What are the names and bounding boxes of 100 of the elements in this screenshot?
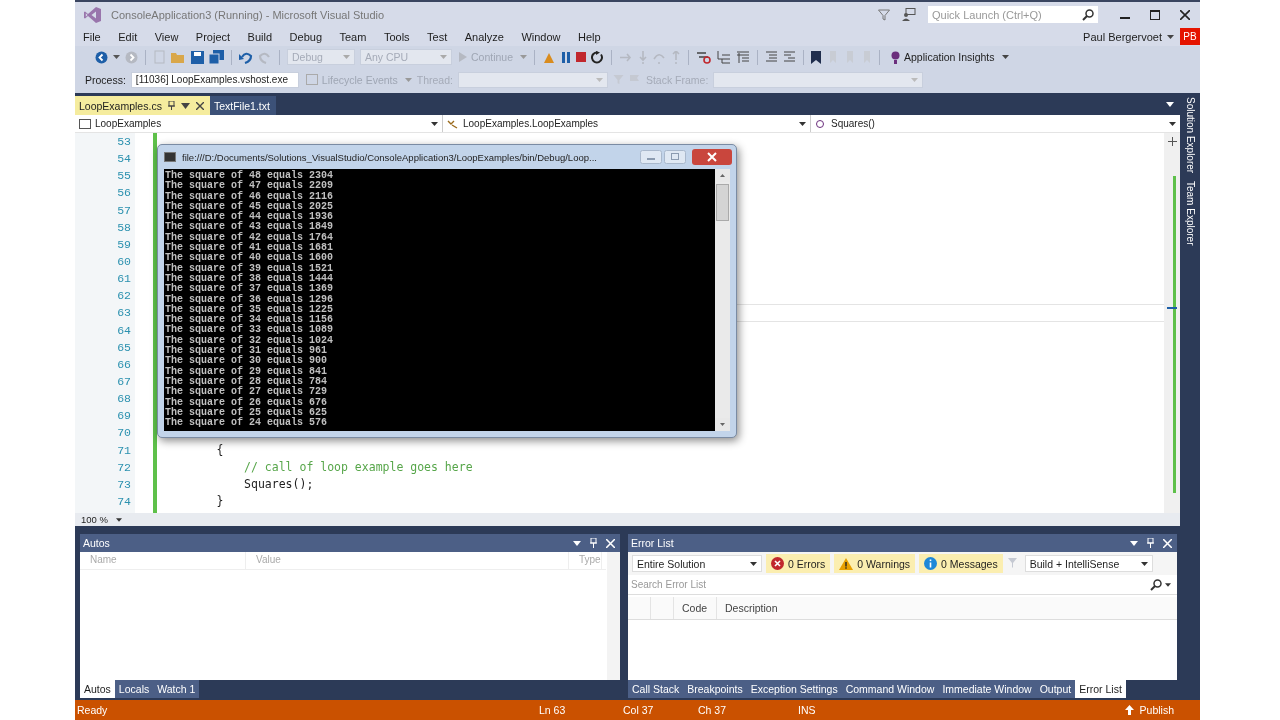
column-header[interactable]: Description bbox=[717, 602, 778, 614]
save-icon[interactable] bbox=[191, 50, 204, 64]
caret-icon[interactable] bbox=[1166, 102, 1174, 107]
code-line: } bbox=[215, 493, 224, 508]
menu-item[interactable]: Window bbox=[521, 30, 561, 43]
align-icon[interactable] bbox=[717, 50, 732, 64]
menu-item[interactable]: Help bbox=[578, 30, 601, 43]
menu-item[interactable]: View bbox=[154, 30, 179, 43]
navigation-dropdown[interactable]: LoopExamples.LoopExamples bbox=[443, 115, 811, 132]
menu-item[interactable]: Edit bbox=[118, 30, 138, 43]
close-icon[interactable] bbox=[1180, 9, 1190, 20]
save-all-icon[interactable] bbox=[209, 50, 224, 64]
menu-item[interactable]: Team bbox=[339, 30, 367, 43]
navigation-text: Squares() bbox=[831, 118, 875, 129]
menu-item[interactable]: File bbox=[83, 30, 101, 43]
panel-tab[interactable]: Breakpoints bbox=[683, 680, 747, 698]
menu-item[interactable]: Analyze bbox=[464, 30, 504, 43]
pin-icon[interactable] bbox=[590, 538, 597, 548]
maximize-icon[interactable] bbox=[1150, 9, 1160, 20]
undo-icon[interactable] bbox=[239, 50, 253, 64]
panel-tab[interactable]: Error List bbox=[1075, 680, 1126, 698]
console-output-line: The square of 35 equals 1225 bbox=[165, 304, 335, 315]
scrollbar-thumb[interactable] bbox=[716, 184, 729, 221]
console-output-line: The square of 29 equals 841 bbox=[165, 366, 329, 377]
panel-tab[interactable]: Call Stack bbox=[628, 680, 684, 698]
document-tab[interactable]: TextFile1.txt bbox=[209, 96, 276, 115]
back-icon[interactable] bbox=[95, 50, 108, 64]
application-insights-button[interactable]: Application Insights bbox=[889, 50, 997, 64]
char-indicator: Ch 37 bbox=[698, 704, 728, 716]
line-number: 61 bbox=[116, 271, 132, 288]
pin-icon[interactable] bbox=[167, 101, 175, 110]
side-tab[interactable]: Solution Explorer bbox=[1184, 97, 1196, 174]
caret-icon bbox=[115, 517, 122, 522]
bookmark-icon[interactable] bbox=[811, 50, 822, 64]
caret-icon[interactable] bbox=[1165, 582, 1171, 587]
line-number: 60 bbox=[116, 254, 132, 270]
warning-filter-button[interactable]: 0 Warnings bbox=[834, 554, 916, 573]
user-avatar[interactable]: PB bbox=[1180, 28, 1200, 45]
pin-icon[interactable] bbox=[1147, 538, 1154, 548]
close-icon[interactable] bbox=[195, 101, 204, 110]
restart-icon[interactable] bbox=[591, 50, 605, 64]
zoom-dropdown[interactable]: 100 % bbox=[75, 514, 122, 525]
caret-icon[interactable] bbox=[573, 540, 581, 546]
scrollbar[interactable] bbox=[607, 552, 620, 680]
message-filter-button[interactable]: 0 Messages bbox=[919, 554, 1003, 573]
navigation-dropdown[interactable]: Squares() bbox=[811, 115, 1180, 132]
line-number: 53 bbox=[116, 134, 132, 150]
breakpoint-icon[interactable] bbox=[696, 50, 713, 64]
caret-icon[interactable] bbox=[1167, 34, 1174, 39]
filter-icon[interactable] bbox=[878, 8, 890, 21]
caret-icon[interactable] bbox=[1130, 540, 1138, 546]
caret-icon[interactable] bbox=[180, 102, 190, 109]
list-icon[interactable] bbox=[736, 50, 751, 64]
publish-button[interactable]: Publish bbox=[1118, 703, 1180, 717]
user-name[interactable]: Paul Bergervoet bbox=[1083, 30, 1162, 43]
indent-icon[interactable] bbox=[765, 51, 779, 63]
console-output-line: The square of 39 equals 1521 bbox=[165, 263, 335, 274]
source-dropdown[interactable]: Build + IntelliSense bbox=[1024, 555, 1153, 572]
document-tab[interactable]: LoopExamples.cs bbox=[75, 96, 210, 115]
navigation-dropdown[interactable]: LoopExamples bbox=[75, 115, 443, 132]
column-header[interactable]: Code bbox=[674, 597, 717, 619]
panel-tab[interactable]: Command Window bbox=[841, 680, 939, 698]
panel-tab[interactable]: Immediate Window bbox=[938, 680, 1036, 698]
process-dropdown[interactable]: [11036] LoopExamples.vshost.exe bbox=[130, 71, 299, 88]
events-icon bbox=[305, 74, 318, 85]
menu-item[interactable]: Test bbox=[427, 30, 448, 43]
open-folder-icon[interactable] bbox=[171, 50, 186, 64]
process-label: Process: bbox=[85, 73, 126, 86]
column-indicator: Col 37 bbox=[623, 704, 655, 716]
search-field[interactable]: Search Error List bbox=[631, 579, 1147, 590]
menu-item[interactable]: Build bbox=[247, 30, 273, 43]
restore-icon[interactable] bbox=[664, 150, 686, 164]
search-icon bbox=[1082, 8, 1094, 21]
panel-tab[interactable]: Output bbox=[1035, 680, 1076, 698]
quick-launch-field[interactable]: Quick Launch (Ctrl+Q) bbox=[928, 6, 1098, 23]
line-number: 72 bbox=[116, 459, 132, 476]
menu-item[interactable]: Tools bbox=[383, 30, 410, 43]
panel-tab[interactable]: Watch 1 bbox=[153, 680, 200, 698]
navigation-text: LoopExamples.LoopExamples bbox=[463, 118, 599, 129]
line-number: 63 bbox=[116, 305, 132, 322]
outdent-icon[interactable] bbox=[783, 51, 797, 63]
caret-icon[interactable] bbox=[1001, 55, 1009, 59]
panel-tab[interactable]: Autos bbox=[80, 680, 115, 698]
error-filter-button[interactable]: 0 Errors bbox=[766, 554, 831, 573]
play-icon bbox=[459, 52, 467, 62]
stop-icon[interactable] bbox=[576, 52, 587, 62]
panel-title: Autos bbox=[83, 537, 110, 549]
upload-icon bbox=[1124, 705, 1134, 715]
scope-dropdown[interactable]: Entire Solution bbox=[632, 555, 762, 572]
line-number: 62 bbox=[116, 288, 132, 305]
line-number: 54 bbox=[116, 151, 132, 168]
feedback-icon[interactable] bbox=[902, 8, 916, 21]
forward-icon[interactable] bbox=[125, 50, 138, 64]
menu-item[interactable]: Project bbox=[195, 30, 231, 43]
side-tab[interactable]: Team Explorer bbox=[1184, 181, 1196, 246]
pause-icon[interactable] bbox=[561, 51, 572, 63]
menu-item[interactable]: Debug bbox=[289, 30, 322, 43]
split-icon[interactable] bbox=[1167, 137, 1177, 146]
panel-tab[interactable]: Exception Settings bbox=[746, 680, 842, 698]
panel-tab[interactable]: Locals bbox=[114, 680, 154, 698]
